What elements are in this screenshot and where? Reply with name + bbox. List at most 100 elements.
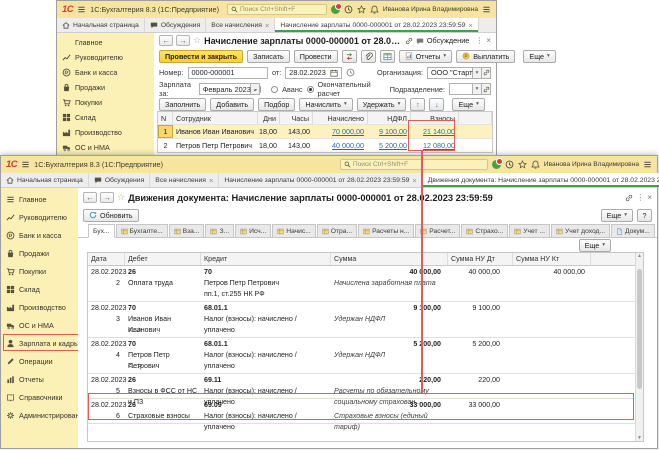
tab-close-icon[interactable]: ×	[209, 176, 213, 185]
post-button[interactable]: Провести	[294, 50, 338, 63]
discussions-notification-icon[interactable]	[331, 5, 340, 14]
tab-close-icon[interactable]: ×	[265, 21, 269, 30]
sidebar-item-sales[interactable]: Продажи	[57, 80, 154, 95]
register-tab[interactable]: З...	[205, 224, 234, 237]
main-menu-icon[interactable]	[77, 5, 86, 14]
movement-row-highlighted[interactable]: 28.02.2023 26 69.09 33 000,00 33 000,00 …	[88, 399, 643, 424]
register-tab-accounting[interactable]: Бух...	[88, 224, 115, 238]
register-tab[interactable]: Исч...	[235, 224, 271, 237]
sidebar-item-administration[interactable]: Администрирование	[1, 406, 78, 424]
register-tab[interactable]: Расчет...	[415, 224, 460, 237]
sidebar-item-warehouse[interactable]: Склад	[57, 110, 154, 125]
favorites-icon[interactable]	[518, 160, 527, 169]
get-link-icon[interactable]	[625, 194, 633, 202]
open-link-icon[interactable]	[482, 67, 491, 79]
sidebar-item-manager[interactable]: Руководителю	[57, 50, 154, 65]
discussion-icon[interactable]	[416, 37, 424, 45]
discussion-label[interactable]: Обсуждение	[427, 36, 470, 45]
help-button[interactable]: ?	[637, 209, 652, 222]
move-down-button[interactable]: ↓	[429, 98, 444, 111]
tab-home[interactable]: Начальная страница	[57, 18, 145, 32]
sidebar-item-directories[interactable]: Справочники	[1, 388, 78, 406]
movement-row[interactable]: 28.02.2023 26 70 40 000,00 40 000,00 40 …	[88, 266, 643, 302]
scrollbar-thumb[interactable]	[637, 269, 642, 389]
tools-menu-icon[interactable]	[482, 5, 491, 14]
tab-document-movements[interactable]: Движения документа: Начисление зарплаты …	[423, 173, 659, 187]
register-tab[interactable]: Учет доход...	[551, 224, 610, 237]
register-tab[interactable]: Бухгалте...	[116, 224, 168, 237]
notifications-icon[interactable]	[370, 5, 379, 14]
tab-home[interactable]: Начальная страница	[1, 173, 89, 187]
dropdown-icon[interactable]: ▾	[473, 83, 482, 95]
accrue-button[interactable]: Начислить▾	[299, 98, 352, 111]
tab-all-accruals[interactable]: Все начисления ×	[206, 18, 275, 32]
fill-button[interactable]: Заполнить	[159, 98, 206, 111]
more-button[interactable]: Еще▾	[601, 209, 633, 222]
more-button[interactable]: Еще▾	[523, 50, 555, 63]
user-name[interactable]: Иванова Ирина Владимировна	[383, 6, 478, 13]
back-button[interactable]: ←	[83, 192, 97, 203]
sidebar-item-operations[interactable]: Операции	[1, 352, 78, 370]
global-search-input[interactable]: Поиск Ctrl+Shift+F	[340, 159, 488, 170]
discussions-notification-icon[interactable]	[492, 160, 501, 169]
sidebar-item-bank-cash[interactable]: Банк и касса	[1, 226, 78, 244]
movement-row[interactable]: 28.02.2023 70 68.01.1 5 200,00 5 200,00 …	[88, 338, 643, 374]
tab-close-icon[interactable]: ×	[412, 176, 416, 185]
register-tab[interactable]: Отра...	[317, 224, 357, 237]
contributions-link[interactable]: 21 140,00	[423, 127, 455, 136]
movement-row[interactable]: 28.02.2023 26 69.11 220,00 220,00 5 Взно…	[88, 374, 643, 399]
tab-discussions[interactable]: Обсуждения	[89, 173, 151, 187]
contributions-link[interactable]: 12 080,00	[423, 141, 455, 150]
window-more-icon[interactable]: ⋮	[636, 193, 644, 202]
sidebar-item-manager[interactable]: Руководителю	[1, 208, 78, 226]
tab-discussions[interactable]: Обсуждения	[145, 18, 207, 32]
sidebar-item-production[interactable]: Производство	[57, 125, 154, 140]
save-button[interactable]: Записать	[247, 50, 290, 63]
main-menu-icon[interactable]	[21, 160, 30, 169]
accrued-link[interactable]: 70 000,00	[332, 127, 364, 136]
global-search-input[interactable]: Поиск Ctrl+Shift+F	[227, 4, 327, 15]
user-name[interactable]: Иванова Ирина Владимировна	[544, 161, 639, 168]
history-icon[interactable]	[505, 160, 514, 169]
post-and-close-button[interactable]: Провести и закрыть	[159, 50, 243, 63]
get-link-icon[interactable]	[405, 37, 413, 45]
advance-radio[interactable]	[271, 86, 278, 93]
open-link-icon[interactable]	[482, 83, 491, 95]
calendar-icon[interactable]	[330, 69, 338, 77]
dropdown-icon[interactable]: ▾	[473, 67, 482, 79]
refresh-button[interactable]: Обновить	[83, 209, 139, 222]
employee-row[interactable]: 2 Петров Петр Петрович 18,00 143,00 40 0…	[158, 138, 492, 152]
favorite-star-icon[interactable]: ☆	[193, 35, 201, 46]
tab-all-accruals[interactable]: Все начисления ×	[150, 173, 219, 187]
pick-button[interactable]: Подбор	[258, 98, 295, 111]
ndfl-link[interactable]: 5 200,00	[379, 141, 407, 150]
employee-row[interactable]: 1 Иванов Иван Иванович 18,00 143,00 70 0…	[158, 124, 492, 138]
sidebar-item-main[interactable]: Главное	[1, 190, 78, 208]
attachments-button[interactable]	[361, 50, 376, 63]
move-up-button[interactable]: ↑	[410, 98, 425, 111]
related-documents-button[interactable]	[342, 50, 357, 63]
sidebar-item-salary-hr[interactable]: Зарплата и кадры	[1, 334, 78, 352]
register-tab-document[interactable]: Докум...	[611, 224, 655, 237]
register-tab[interactable]: Учет ...	[509, 224, 550, 237]
sidebar-item-assets[interactable]: ОС и НМА	[1, 316, 78, 334]
scroll-down-icon[interactable]: ▼	[637, 435, 642, 441]
sidebar-item-production[interactable]: Производство	[1, 298, 78, 316]
add-button[interactable]: Добавить	[210, 98, 254, 111]
final-settlement-radio[interactable]	[307, 86, 314, 93]
scroll-up-icon[interactable]: ▲	[637, 253, 642, 259]
sidebar-item-reports[interactable]: Отчеты	[1, 370, 78, 388]
show-movements-button[interactable]	[380, 50, 395, 63]
register-tab[interactable]: Вза...	[169, 224, 205, 237]
period-spinner[interactable]: ▴▾	[251, 83, 260, 95]
ndfl-link[interactable]: 9 100,00	[379, 127, 407, 136]
close-document-icon[interactable]: ×	[647, 193, 652, 202]
sidebar-item-bank-cash[interactable]: Банк и касса	[57, 65, 154, 80]
vertical-scrollbar[interactable]: ▲ ▼	[635, 253, 643, 441]
history-icon[interactable]	[344, 5, 353, 14]
register-tab[interactable]: Страхо...	[461, 224, 508, 237]
withhold-button[interactable]: Удержать▾	[357, 98, 407, 111]
window-more-icon[interactable]: ⋮	[475, 36, 483, 45]
forward-button[interactable]: →	[100, 192, 114, 203]
sidebar-item-assets[interactable]: ОС и НМА	[57, 140, 154, 155]
